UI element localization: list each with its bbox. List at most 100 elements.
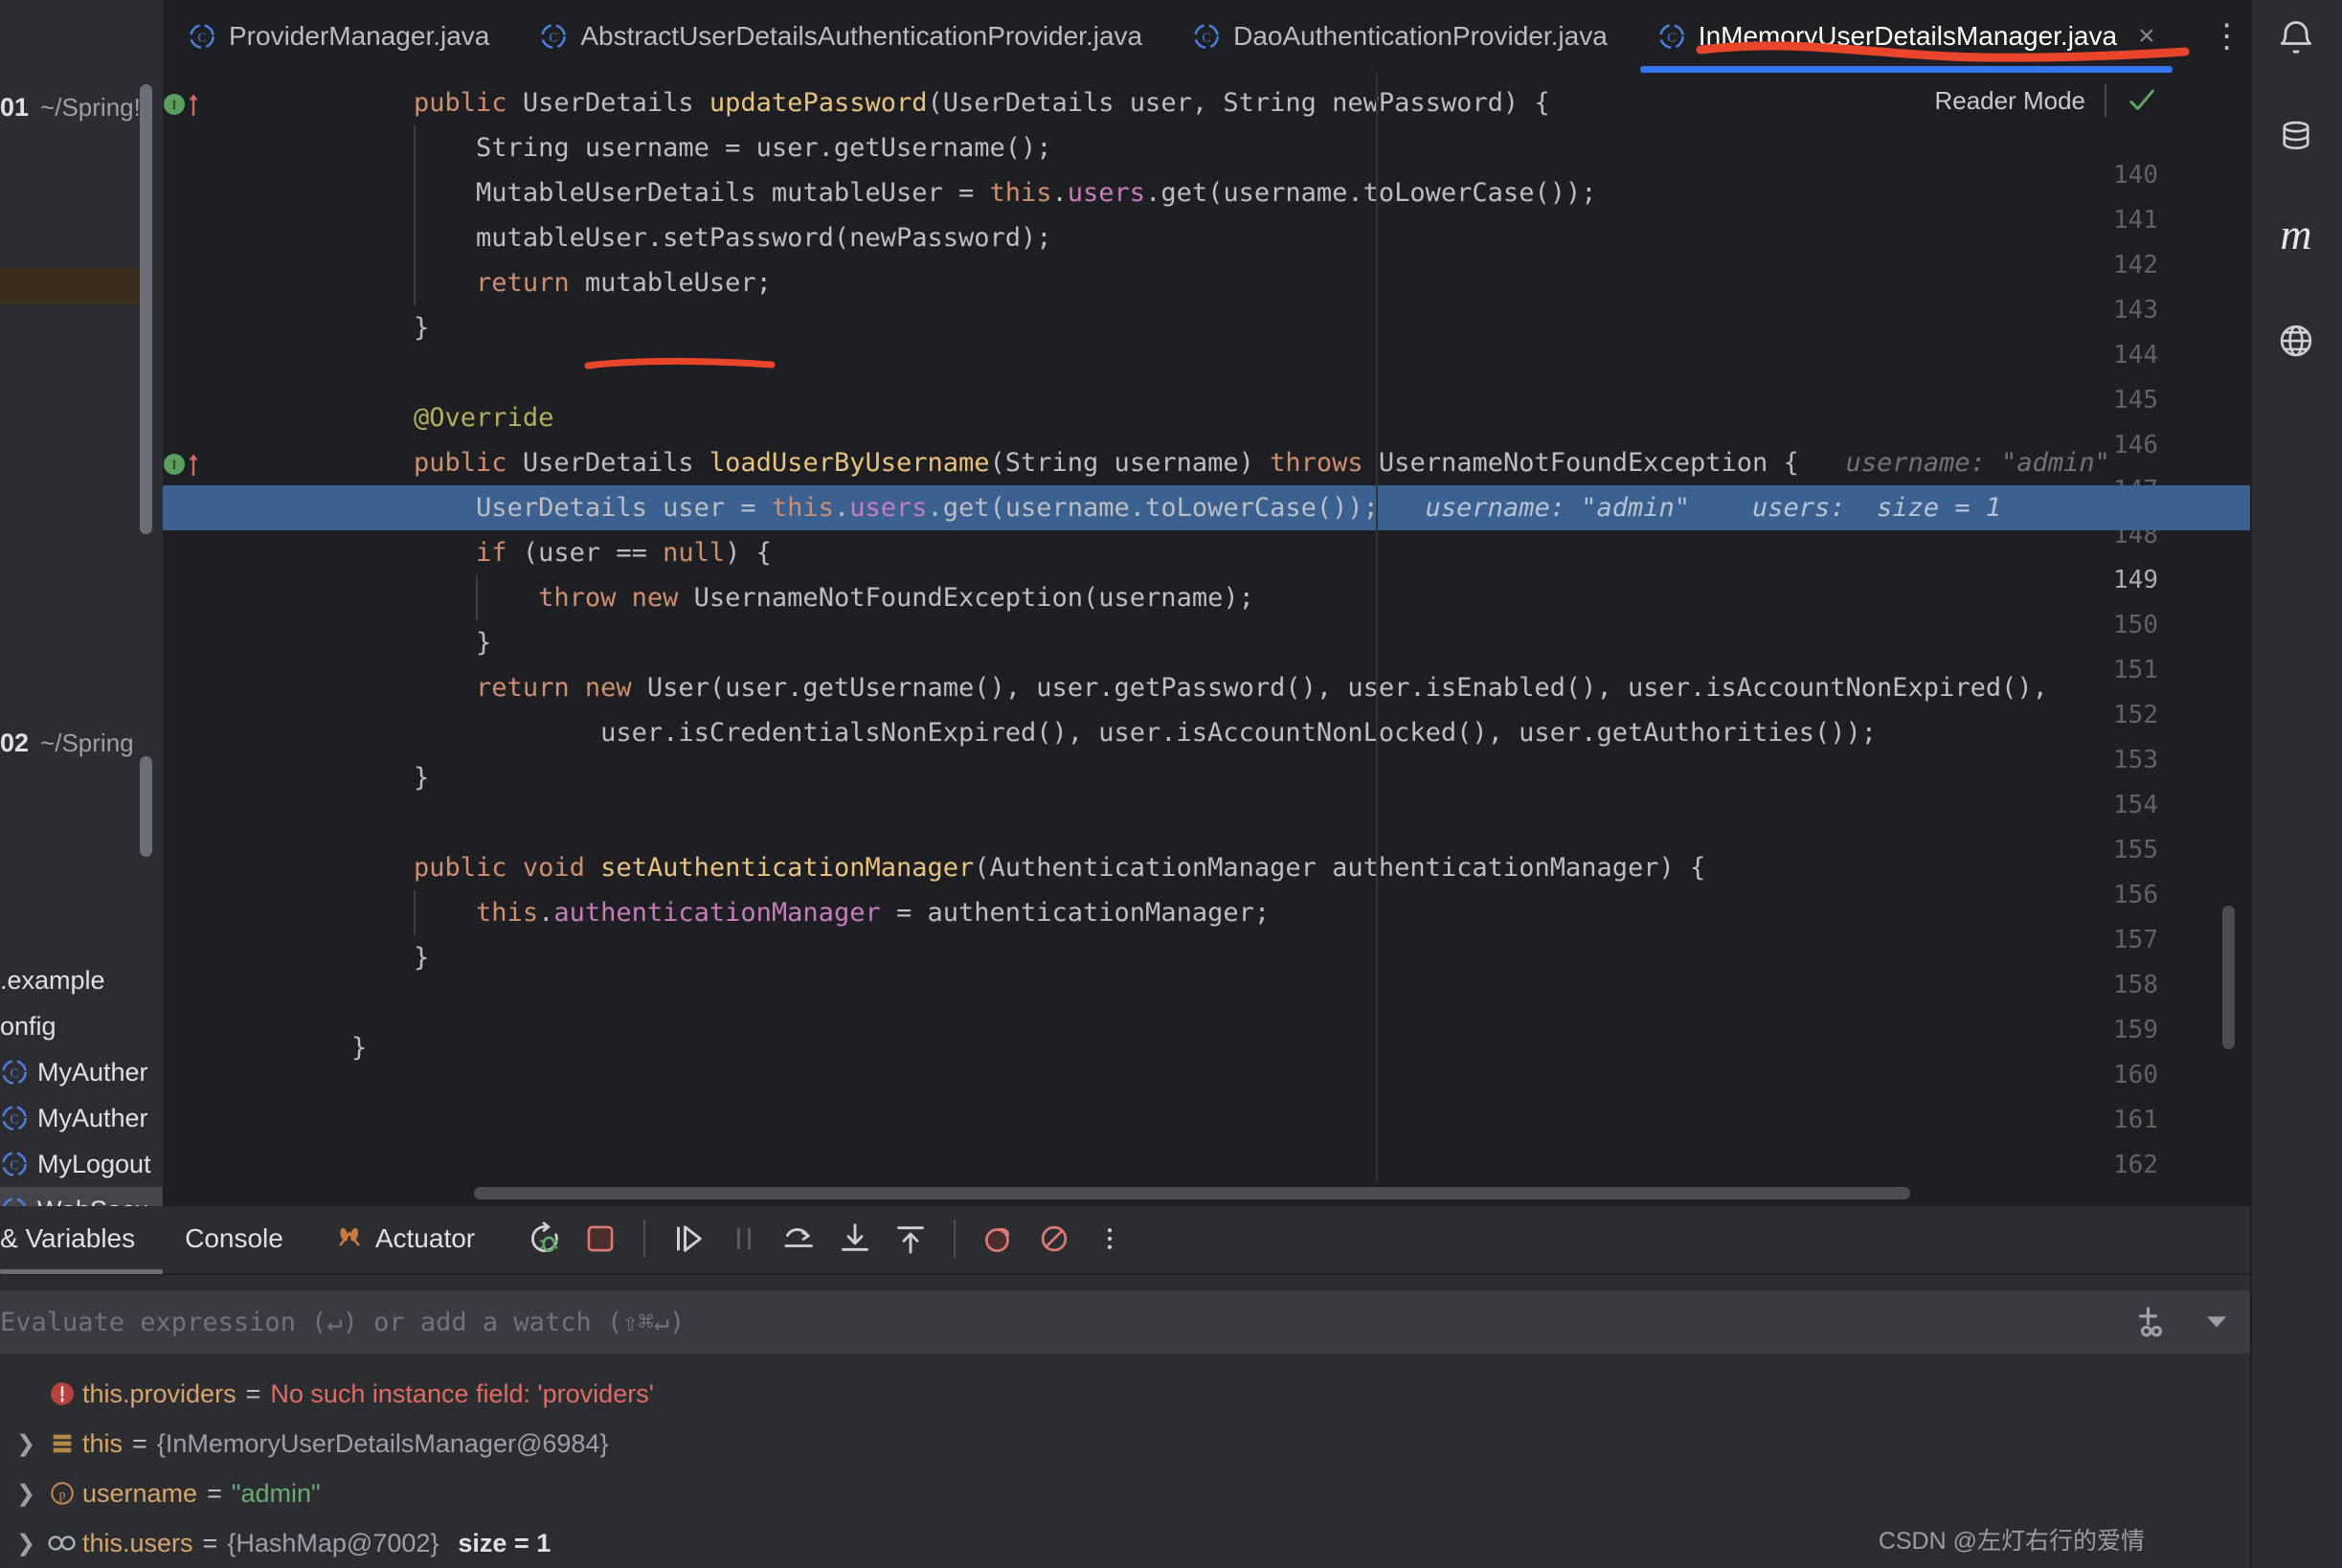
variable-row[interactable]: ❯ p username = "admin" xyxy=(0,1468,2250,1518)
inspections-ok-check-icon[interactable] xyxy=(2126,84,2158,117)
equals-sign: = xyxy=(245,1378,261,1408)
run-method-gutter-icon[interactable]: I xyxy=(163,450,211,479)
resume-program-button[interactable] xyxy=(661,1211,716,1266)
sidebar-item-pkg-config[interactable]: onfig xyxy=(0,1003,163,1049)
project-index: 02 xyxy=(0,728,30,757)
project-path: ~/Spring! xyxy=(40,92,141,122)
editor-tab-1[interactable]: C AbstractUserDetailsAuthenticationProvid… xyxy=(514,0,1167,73)
editor-tab-label: AbstractUserDetailsAuthenticationProvide… xyxy=(580,21,1143,51)
evaluate-bar-actions[interactable] xyxy=(2131,1302,2233,1342)
editor-horizontal-scrollbar-thumb[interactable] xyxy=(474,1187,1910,1199)
code-line-154: user.isCredentialsNonExpired(), user.isA… xyxy=(600,718,1878,748)
step-into-button[interactable] xyxy=(827,1211,883,1266)
parameter-icon: p xyxy=(42,1479,82,1508)
svg-text:C: C xyxy=(1203,30,1211,44)
code-line-161: } xyxy=(351,1033,368,1063)
equals-sign: = xyxy=(202,1528,218,1557)
tab-variables[interactable]: & Variables xyxy=(0,1206,160,1271)
run-method-gutter-icon[interactable]: I xyxy=(163,90,211,119)
object-icon xyxy=(42,1430,82,1457)
editor-horizontal-scrollbar[interactable] xyxy=(302,1181,2250,1206)
code-line-147: @Override xyxy=(414,403,554,433)
step-out-button[interactable] xyxy=(883,1211,938,1266)
expand-chevron-icon[interactable]: ❯ xyxy=(10,1430,42,1458)
sidebar-item-proj-01[interactable]: 01 ~/Spring! xyxy=(0,84,163,130)
reader-mode-indicator[interactable]: Reader Mode xyxy=(1934,84,2158,117)
web-icon[interactable] xyxy=(2271,316,2321,366)
maven-icon[interactable]: m xyxy=(2271,209,2321,258)
expand-chevron-icon[interactable]: ❯ xyxy=(10,1480,42,1508)
code-line-140: public UserDetails updatePassword(UserDe… xyxy=(414,88,1550,118)
sidebar-item-label: MyAuther xyxy=(37,1103,148,1132)
sidebar-item-pkg-example[interactable]: .example xyxy=(0,957,163,1003)
view-breakpoints-button[interactable] xyxy=(971,1211,1026,1266)
project-index: 01 xyxy=(0,92,30,122)
sidebar-item-brown-bar xyxy=(0,268,140,304)
chevron-down-icon[interactable] xyxy=(2200,1306,2233,1338)
right-tool-strip[interactable]: m xyxy=(2250,0,2342,1568)
code-line-148: public UserDetails loadUserByUsername(St… xyxy=(414,448,2110,478)
evaluate-expression-bar[interactable]: Evaluate expression (↵) or add a watch (… xyxy=(0,1290,2250,1354)
toolbar-divider xyxy=(954,1220,957,1258)
tab-actuator[interactable]: Actuator xyxy=(308,1206,500,1271)
editor-tab-2[interactable]: C DaoAuthenticationProvider.java xyxy=(1167,0,1633,73)
code-line-151: throw new UsernameNotFoundException(user… xyxy=(538,583,1254,613)
code-line-141: String username = user.getUsername(); xyxy=(476,133,1052,163)
sidebar-item-label: MyAuther xyxy=(37,1057,148,1086)
variable-value: {HashMap@7002} xyxy=(227,1528,439,1557)
indent-guide xyxy=(414,125,416,305)
debug-tabs-row[interactable]: & Variables Console Actuator xyxy=(0,1206,2250,1271)
variable-name: this xyxy=(82,1428,124,1458)
mute-breakpoints-button[interactable] xyxy=(1026,1211,1082,1266)
expand-chevron-icon[interactable]: ❯ xyxy=(10,1530,42,1557)
editor-tab-0[interactable]: C ProviderManager.java xyxy=(163,0,514,73)
code-text-area[interactable]: public UserDetails updatePassword(UserDe… xyxy=(163,73,2250,1206)
code-editor[interactable]: Reader Mode 1401411421431441451461471481… xyxy=(163,73,2250,1206)
pause-program-button[interactable] xyxy=(716,1211,772,1266)
project-path: ~/Spring xyxy=(40,728,134,757)
variable-row[interactable]: this.providers = No such instance field: '… xyxy=(0,1369,2250,1419)
sidebar-item-cls-websecu[interactable]: C WebSecu xyxy=(0,1187,163,1206)
sidebar-scrollbar-thumb-lower[interactable] xyxy=(140,756,152,857)
java-class-icon: C xyxy=(0,1150,29,1178)
editor-tab-3[interactable]: C InMemoryUserDetailsManager.java × xyxy=(1633,0,2180,73)
java-class-icon: C xyxy=(1657,22,1686,51)
toolbar-divider xyxy=(2105,84,2106,117)
rerun-debug-button[interactable] xyxy=(517,1211,573,1266)
code-line-145: } xyxy=(414,313,430,343)
debug-toolbar[interactable] xyxy=(517,1211,1137,1266)
svg-text:C: C xyxy=(10,1111,18,1126)
sidebar-item-cls-myauth1[interactable]: C MyAuther xyxy=(0,1049,163,1095)
editor-gutter[interactable] xyxy=(163,73,302,1206)
equals-sign: = xyxy=(207,1478,222,1508)
editor-tab-label: ProviderManager.java xyxy=(229,21,490,51)
svg-text:I: I xyxy=(172,459,177,473)
variable-row[interactable]: ❯ this = {InMemoryUserDetailsManager@6984} xyxy=(0,1419,2250,1468)
close-tab-icon[interactable]: × xyxy=(2138,22,2155,51)
java-class-icon: C xyxy=(1192,22,1221,51)
evaluate-expression-placeholder[interactable]: Evaluate expression (↵) or add a watch (… xyxy=(0,1308,685,1337)
sidebar-item-cls-mylogout[interactable]: C MyLogout xyxy=(0,1141,163,1187)
sidebar-item-proj-02[interactable]: 02 ~/Spring xyxy=(0,720,163,766)
svg-text:C: C xyxy=(1667,30,1676,44)
code-line-142: MutableUserDetails mutableUser = this.us… xyxy=(476,178,1597,208)
editor-vertical-scrollbar-thumb[interactable] xyxy=(2222,906,2235,1049)
add-watch-icon[interactable] xyxy=(2131,1302,2172,1342)
step-over-button[interactable] xyxy=(772,1211,827,1266)
code-line-153: return new User(user.getUsername(), user… xyxy=(476,673,2048,703)
more-options-button[interactable] xyxy=(1082,1211,1137,1266)
editor-tab-bar[interactable]: C ProviderManager.java C AbstractUserDetail… xyxy=(163,0,2250,73)
project-tree-sidebar[interactable]: 01 ~/Spring! 02 ~/Spring .example onfig C MyAut… xyxy=(0,0,163,1206)
tab-console[interactable]: Console xyxy=(160,1206,308,1271)
stop-button[interactable] xyxy=(573,1211,628,1266)
variable-value: {InMemoryUserDetailsManager@6984} xyxy=(156,1428,609,1458)
tab-actuator-label: Actuator xyxy=(374,1223,476,1253)
sidebar-item-cls-myauth2[interactable]: C MyAuther xyxy=(0,1095,163,1141)
code-line-143: mutableUser.setPassword(newPassword); xyxy=(476,223,1052,253)
notifications-icon[interactable] xyxy=(2271,13,2321,63)
code-line-155: } xyxy=(414,763,430,793)
debug-tool-window[interactable]: & Variables Console Actuator Evaluate ex… xyxy=(0,1206,2250,1568)
sidebar-scrollbar-thumb[interactable] xyxy=(140,84,152,534)
code-line-159: } xyxy=(414,943,430,973)
database-icon[interactable] xyxy=(2271,113,2321,163)
